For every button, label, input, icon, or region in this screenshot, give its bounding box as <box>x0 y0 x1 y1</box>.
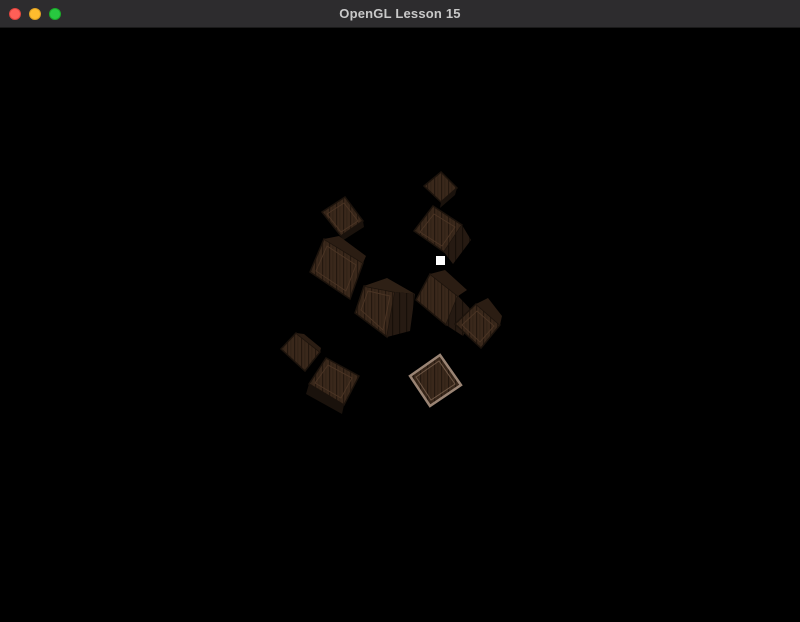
title-bar[interactable]: OpenGL Lesson 15 <box>0 0 800 28</box>
crate-3 <box>412 204 471 264</box>
window-title: OpenGL Lesson 15 <box>339 6 461 21</box>
app-window: OpenGL Lesson 15 <box>0 0 800 622</box>
light-marker <box>436 256 445 265</box>
opengl-viewport[interactable] <box>0 28 800 622</box>
crate-1 <box>320 195 365 241</box>
crate-5 <box>354 278 415 339</box>
crate-10 <box>408 353 463 408</box>
crate-4 <box>309 236 366 301</box>
crate-9 <box>306 357 361 414</box>
crate-2 <box>422 170 459 208</box>
crate-8 <box>279 331 322 373</box>
